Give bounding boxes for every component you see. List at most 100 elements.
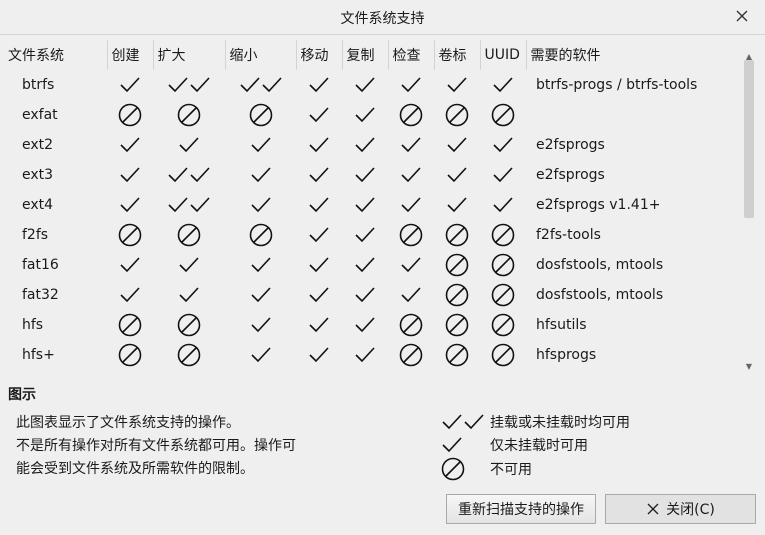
cell-check: [388, 310, 434, 340]
check-icon: [401, 257, 421, 273]
table-row[interactable]: [4, 370, 757, 373]
table-row[interactable]: hfs+ hfsprogs: [4, 340, 757, 370]
check-icon: [309, 107, 329, 123]
cell-shrink: [225, 250, 296, 280]
scrollbar-thumb[interactable]: [744, 60, 754, 218]
table-row[interactable]: ext2 e2fsprogs: [4, 130, 757, 160]
col-header-copy[interactable]: 复制: [342, 40, 389, 70]
vertical-scrollbar[interactable]: ▲ ▼: [741, 52, 757, 372]
col-header-software[interactable]: 需要的软件: [526, 40, 757, 70]
col-header-uuid[interactable]: UUID: [480, 40, 527, 70]
unavailable-icon: [445, 223, 469, 247]
col-header-move[interactable]: 移动: [296, 40, 343, 70]
check-icon: [309, 347, 329, 363]
col-header-check[interactable]: 检查: [388, 40, 435, 70]
cell-shrink: [225, 220, 296, 250]
check-icon: [493, 77, 513, 93]
table-row[interactable]: exfat: [4, 100, 757, 130]
cell-create: [107, 340, 153, 370]
legend-line: 此图表显示了文件系统支持的操作。: [16, 415, 240, 431]
cell-label: [434, 340, 480, 370]
unavailable-icon: [491, 283, 515, 307]
check-icon: [168, 197, 188, 213]
table-row[interactable]: btrfs btrfs-progs / btrfs-tools: [4, 70, 757, 100]
check-icon: [493, 167, 513, 183]
table-row[interactable]: f2fs f2fs-tools: [4, 220, 757, 250]
cell-copy: [342, 160, 388, 190]
required-software: [526, 370, 757, 373]
check-icon: [179, 137, 199, 153]
check-icon: [250, 347, 271, 363]
col-header-shrink[interactable]: 缩小: [225, 40, 297, 70]
check-icon: [120, 137, 140, 153]
check-icon: [239, 77, 260, 93]
scroll-down-arrow[interactable]: ▼: [741, 362, 757, 372]
table-row[interactable]: ext3 e2fsprogs: [4, 160, 757, 190]
cell-shrink: [225, 70, 296, 100]
check-icon: [250, 287, 271, 303]
cell-create: [107, 190, 153, 220]
cell-shrink: [225, 370, 296, 373]
legend-item-label: 不可用: [490, 462, 532, 478]
rescan-button[interactable]: 重新扫描支持的操作: [446, 494, 596, 524]
close-button-label: 关闭(C): [666, 502, 715, 518]
check-icon: [250, 167, 271, 183]
close-icon[interactable]: [733, 7, 751, 25]
legend-line: 能会受到文件系统及所需软件的限制。: [16, 461, 254, 477]
cell-copy: [342, 220, 388, 250]
cell-move: [296, 190, 342, 220]
cell-uuid: [480, 190, 526, 220]
cell-copy: [342, 100, 388, 130]
required-software: e2fsprogs: [536, 137, 605, 153]
table-row[interactable]: fat32 dosfstools, mtools: [4, 280, 757, 310]
cell-grow: [153, 70, 225, 100]
cell-move: [296, 310, 342, 340]
unavailable-icon: [118, 343, 142, 367]
cell-grow: [153, 340, 225, 370]
col-header-label[interactable]: 卷标: [434, 40, 481, 70]
unavailable-icon: [249, 103, 272, 127]
table-row[interactable]: hfs hfsutils: [4, 310, 757, 340]
required-software: btrfs-progs / btrfs-tools: [536, 77, 698, 93]
check-icon: [355, 287, 375, 303]
check-icon: [309, 77, 329, 93]
cell-check: [388, 250, 434, 280]
rescan-button-label: 重新扫描支持的操作: [458, 502, 584, 518]
cell-move: [296, 100, 342, 130]
unavailable-icon: [177, 313, 201, 337]
table-row[interactable]: ext4 e2fsprogs v1.41+: [4, 190, 757, 220]
check-icon: [168, 77, 188, 93]
close-button[interactable]: 关闭(C): [605, 494, 756, 524]
unavailable-icon: [491, 253, 515, 277]
cell-check: [388, 130, 434, 160]
cell-create: [107, 100, 153, 130]
unavailable-icon: [249, 223, 272, 247]
legend-marks: [441, 457, 465, 481]
cell-check: [388, 100, 434, 130]
legend-description: 此图表显示了文件系统支持的操作。 不是所有操作对所有文件系统都可用。操作可 能会…: [16, 412, 346, 481]
col-header-create[interactable]: 创建: [107, 40, 154, 70]
required-software: dosfstools, mtools: [536, 287, 664, 303]
cell-check: [388, 370, 434, 373]
check-icon: [355, 77, 375, 93]
check-icon: [309, 227, 329, 243]
cell-create: [107, 70, 153, 100]
cell-label: [434, 370, 480, 373]
check-icon: [120, 197, 140, 213]
cell-label: [434, 220, 480, 250]
unavailable-icon: [445, 103, 469, 127]
legend-item-mounted-or-unmounted: 挂载或未挂载时均可用: [441, 411, 630, 433]
col-header-filesystem[interactable]: 文件系统: [4, 40, 108, 70]
unavailable-icon: [445, 313, 469, 337]
cell-move: [296, 250, 342, 280]
check-icon: [120, 287, 140, 303]
cell-shrink: [225, 190, 296, 220]
col-header-grow[interactable]: 扩大: [153, 40, 226, 70]
unavailable-icon: [445, 253, 469, 277]
unavailable-icon: [177, 103, 201, 127]
cell-shrink: [225, 280, 296, 310]
check-icon: [447, 167, 467, 183]
cell-shrink: [225, 100, 296, 130]
table-row[interactable]: fat16 dosfstools, mtools: [4, 250, 757, 280]
required-software: e2fsprogs: [536, 167, 605, 183]
